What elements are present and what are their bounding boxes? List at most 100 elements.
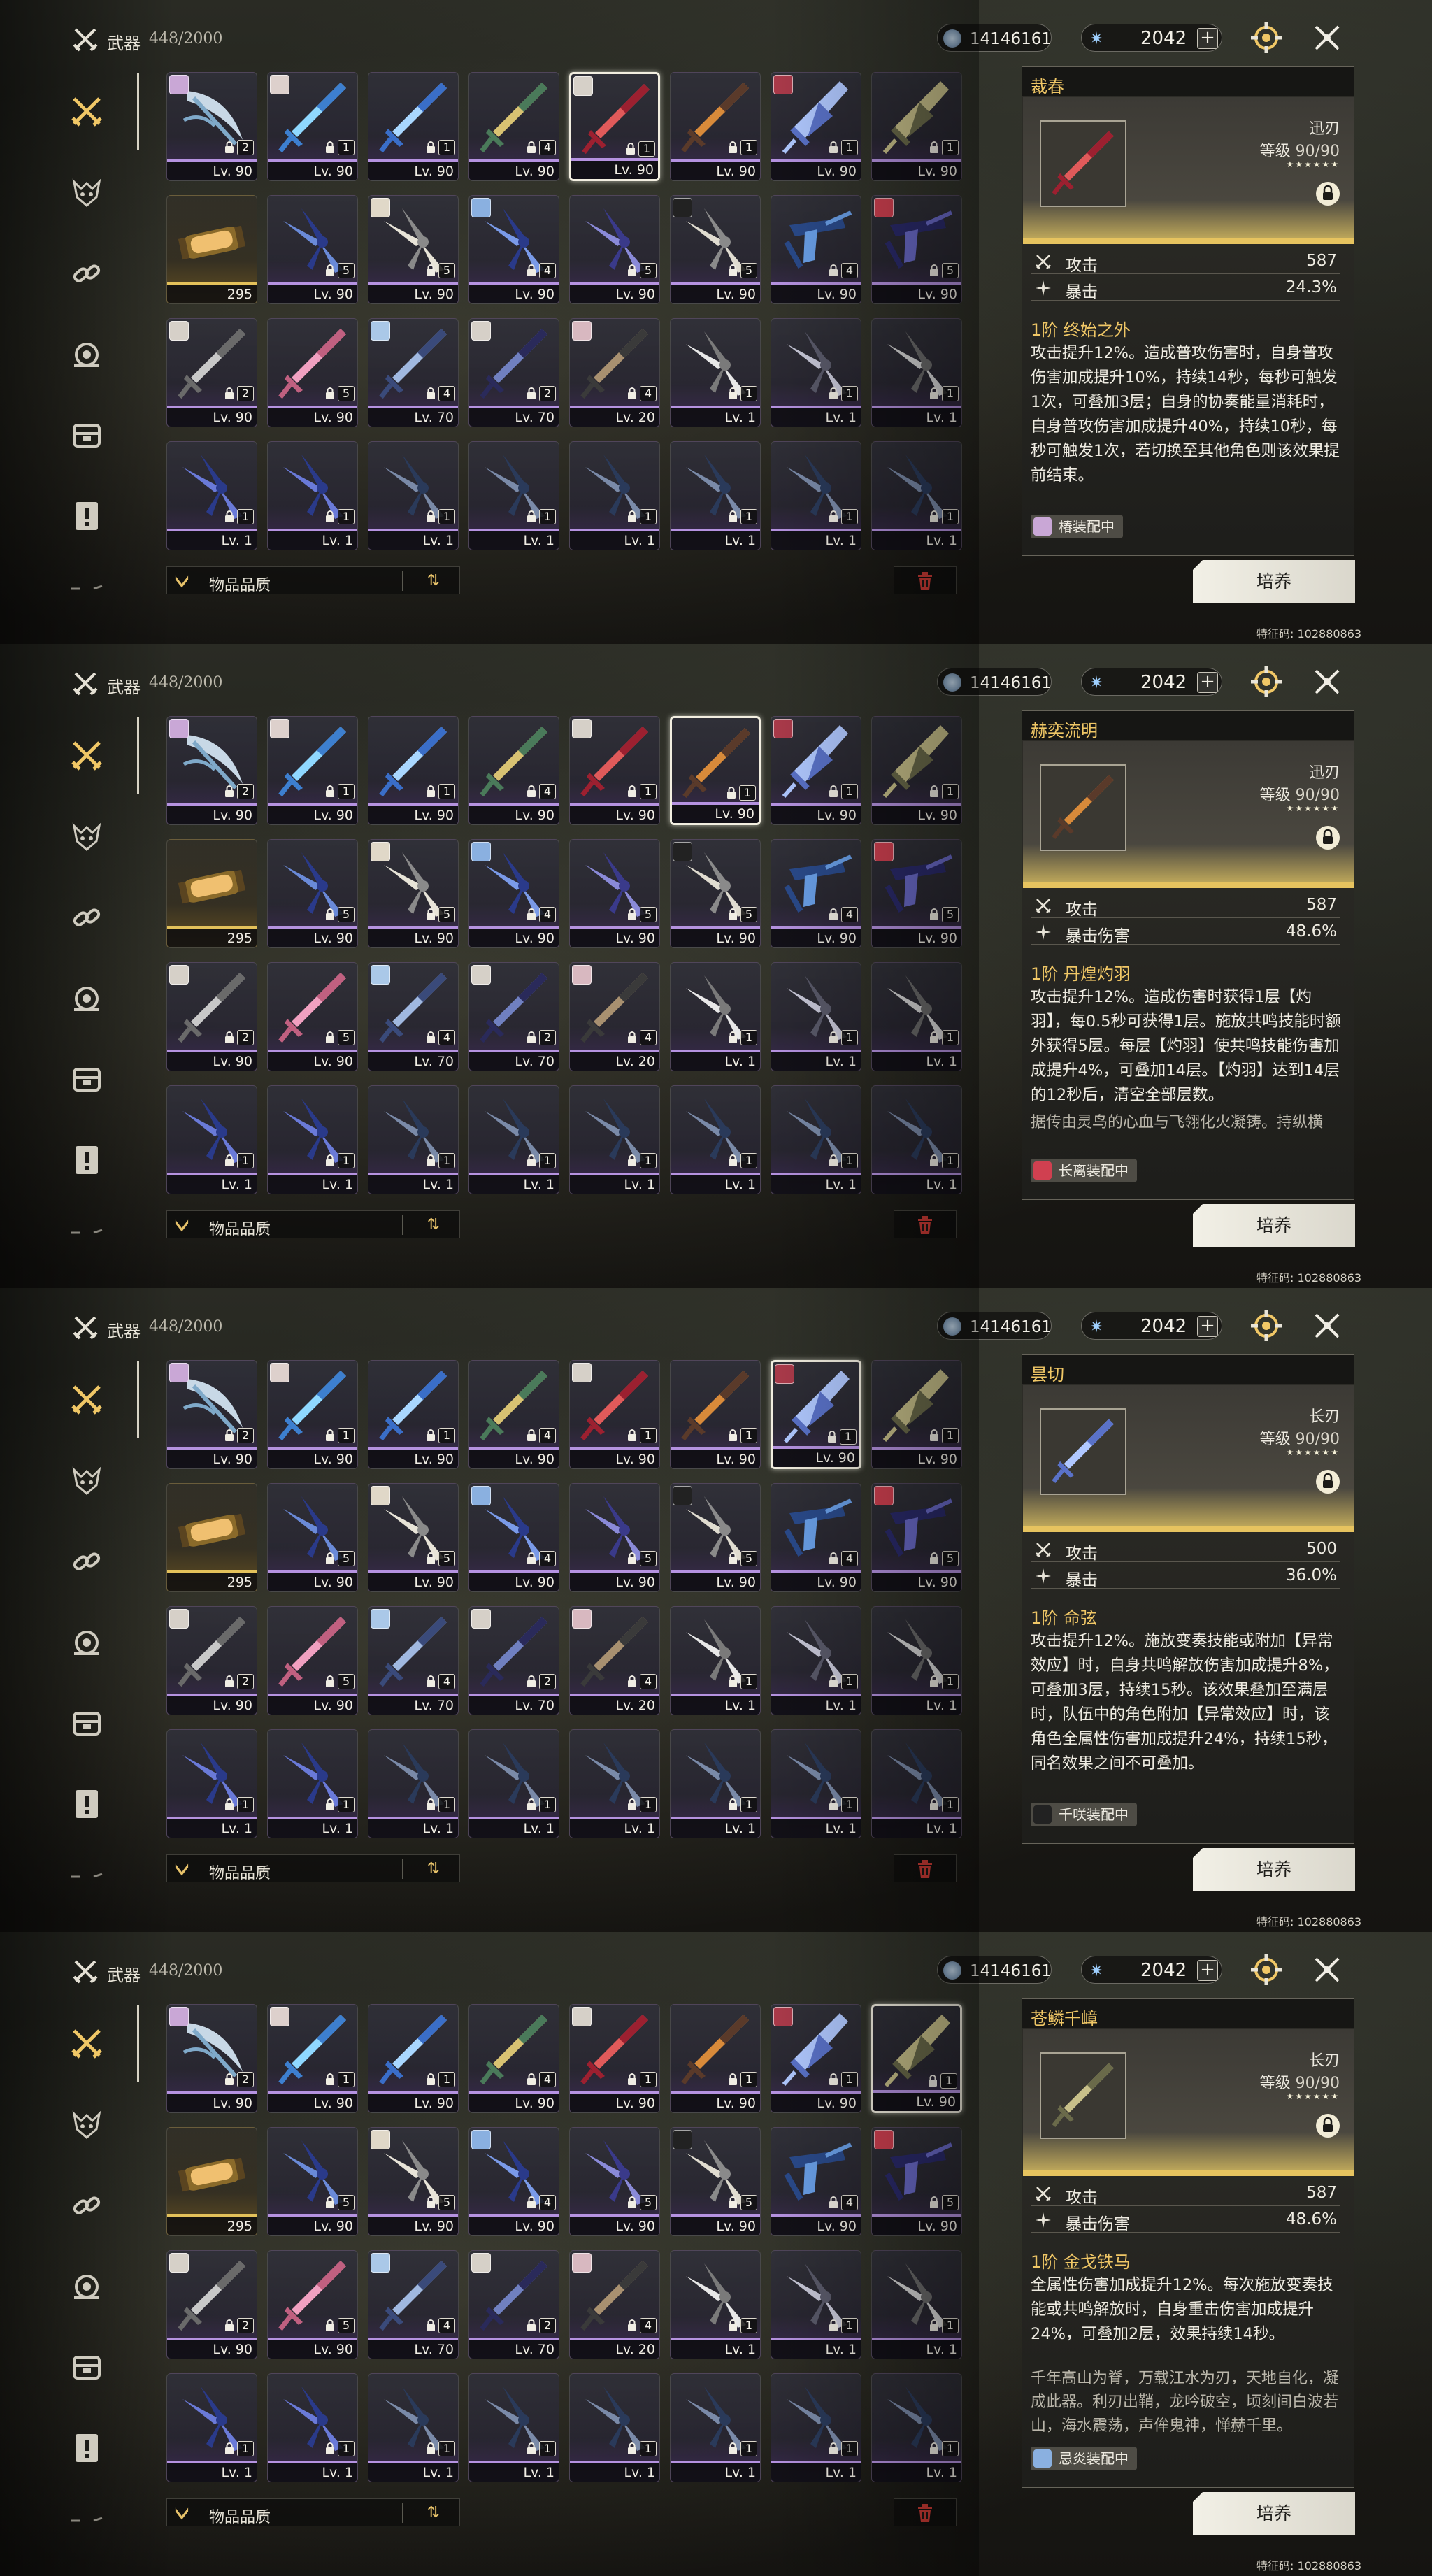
weapon-slot[interactable]: 4 Lv. 70: [368, 1606, 459, 1715]
weapon-slot[interactable]: 4 Lv. 70: [368, 2250, 459, 2359]
currency-shell-credit[interactable]: 14146161: [937, 24, 1052, 52]
weapon-slot[interactable]: 5 Lv. 90: [871, 2127, 962, 2236]
equipped-by-badge[interactable]: 千咲装配中: [1031, 1803, 1137, 1826]
weapon-slot[interactable]: 1 Lv. 1: [166, 1729, 257, 1838]
weapon-slot[interactable]: 1 Lv. 90: [569, 2004, 660, 2113]
weapon-slot[interactable]: 1 Lv. 1: [871, 318, 962, 427]
weapon-slot[interactable]: 2 Lv. 90: [166, 72, 257, 181]
sort-toggle-button[interactable]: ⇅: [423, 1215, 444, 1235]
currency-astrite[interactable]: ✷ 2042 +: [1081, 1956, 1222, 1984]
weapon-slot[interactable]: 5 Lv. 90: [267, 318, 358, 427]
weapon-slot[interactable]: 1 Lv. 1: [871, 441, 962, 550]
more-icon[interactable]: [70, 572, 103, 606]
cultivate-button[interactable]: 培养: [1193, 1204, 1355, 1247]
weapon-slot[interactable]: 1 Lv. 1: [771, 1729, 861, 1838]
gear-icon[interactable]: [1250, 1309, 1283, 1343]
weapon-slot[interactable]: 5 Lv. 90: [569, 839, 660, 948]
sidebar-item-link[interactable]: [70, 2189, 103, 2222]
weapon-slot[interactable]: 1 Lv. 90: [368, 72, 459, 181]
weapon-slot[interactable]: 2 Lv. 70: [468, 962, 559, 1071]
quality-filter-dropdown[interactable]: 物品品质 ⇅: [166, 566, 460, 594]
sidebar-item-supplies[interactable]: [70, 418, 103, 452]
sidebar-item-link[interactable]: [70, 257, 103, 290]
lock-toggle-button[interactable]: [1316, 182, 1340, 206]
close-icon[interactable]: [1310, 1953, 1344, 1987]
weapon-slot[interactable]: 2 Lv. 90: [166, 318, 257, 427]
sidebar-item-devices[interactable]: [70, 982, 103, 1015]
weapon-slot[interactable]: 295: [166, 195, 257, 304]
weapon-slot[interactable]: 5 Lv. 90: [670, 839, 761, 948]
sidebar-item-echoes[interactable]: [70, 176, 103, 210]
more-icon[interactable]: [70, 2504, 103, 2538]
quality-filter-dropdown[interactable]: 物品品质 ⇅: [166, 1854, 460, 1882]
weapon-slot[interactable]: 1 Lv. 90: [569, 72, 660, 181]
add-currency-button[interactable]: +: [1197, 1960, 1218, 1981]
weapon-slot[interactable]: 1 Lv. 1: [670, 2250, 761, 2359]
lock-toggle-button[interactable]: [1316, 2114, 1340, 2138]
weapon-slot[interactable]: 1 Lv. 90: [267, 1360, 358, 1469]
weapon-slot[interactable]: 4 Lv. 20: [569, 2250, 660, 2359]
weapon-slot[interactable]: 5 Lv. 90: [871, 839, 962, 948]
weapon-slot[interactable]: 2 Lv. 90: [166, 962, 257, 1071]
currency-astrite[interactable]: ✷ 2042 +: [1081, 668, 1222, 696]
weapon-slot[interactable]: 1 Lv. 90: [670, 1360, 761, 1469]
weapon-slot[interactable]: 5 Lv. 90: [267, 962, 358, 1071]
weapon-slot[interactable]: 1 Lv. 1: [166, 1085, 257, 1194]
weapon-slot[interactable]: 1 Lv. 1: [871, 1729, 962, 1838]
weapon-slot[interactable]: 1 Lv. 90: [871, 716, 962, 825]
weapon-slot[interactable]: 1 Lv. 90: [670, 716, 761, 825]
weapon-slot[interactable]: 5 Lv. 90: [368, 1483, 459, 1592]
weapon-slot[interactable]: 1 Lv. 90: [871, 1360, 962, 1469]
weapon-slot[interactable]: 1 Lv. 1: [368, 2373, 459, 2482]
weapon-slot[interactable]: 5 Lv. 90: [569, 195, 660, 304]
equipped-by-badge[interactable]: 忌炎装配中: [1031, 2447, 1137, 2470]
weapon-slot[interactable]: 5 Lv. 90: [871, 1483, 962, 1592]
close-icon[interactable]: [1310, 21, 1344, 55]
weapon-slot[interactable]: 1 Lv. 1: [871, 962, 962, 1071]
add-currency-button[interactable]: +: [1197, 28, 1218, 49]
weapon-slot[interactable]: 4 Lv. 90: [468, 839, 559, 948]
weapon-slot[interactable]: 1 Lv. 90: [368, 2004, 459, 2113]
sidebar-item-devices[interactable]: [70, 338, 103, 371]
sidebar-item-supplies[interactable]: [70, 1062, 103, 1096]
weapon-slot[interactable]: 1 Lv. 1: [771, 1606, 861, 1715]
gear-icon[interactable]: [1250, 21, 1283, 55]
weapon-slot[interactable]: 4 Lv. 90: [468, 195, 559, 304]
sidebar-item-link[interactable]: [70, 1545, 103, 1578]
weapon-slot[interactable]: 4 Lv. 90: [771, 1483, 861, 1592]
sort-toggle-button[interactable]: ⇅: [423, 571, 444, 591]
weapon-slot[interactable]: 5 Lv. 90: [569, 1483, 660, 1592]
weapon-slot[interactable]: 1 Lv. 90: [569, 716, 660, 825]
weapon-slot[interactable]: 1 Lv. 1: [267, 1085, 358, 1194]
cultivate-button[interactable]: 培养: [1193, 560, 1355, 603]
close-icon[interactable]: [1310, 1309, 1344, 1343]
weapon-slot[interactable]: 5 Lv. 90: [267, 2127, 358, 2236]
weapon-slot[interactable]: 1 Lv. 90: [771, 72, 861, 181]
weapon-slot[interactable]: 4 Lv. 70: [368, 962, 459, 1071]
weapon-slot[interactable]: 1 Lv. 1: [569, 1729, 660, 1838]
weapon-slot[interactable]: 1 Lv. 1: [368, 1085, 459, 1194]
sort-toggle-button[interactable]: ⇅: [423, 2503, 444, 2523]
weapon-slot[interactable]: 1 Lv. 90: [771, 1360, 861, 1469]
weapon-slot[interactable]: 1 Lv. 1: [670, 2373, 761, 2482]
sidebar-item-quest-items[interactable]: [70, 499, 103, 533]
weapon-slot[interactable]: 4 Lv. 90: [468, 2127, 559, 2236]
weapon-slot[interactable]: 1 Lv. 1: [871, 2373, 962, 2482]
dismantle-button[interactable]: [894, 1854, 957, 1882]
sidebar-item-devices[interactable]: [70, 2270, 103, 2303]
weapon-slot[interactable]: 4 Lv. 90: [771, 839, 861, 948]
weapon-slot[interactable]: 1 Lv. 1: [468, 1085, 559, 1194]
weapon-slot[interactable]: 1 Lv. 1: [771, 962, 861, 1071]
weapon-slot[interactable]: 5 Lv. 90: [267, 1483, 358, 1592]
weapon-slot[interactable]: 5 Lv. 90: [670, 2127, 761, 2236]
weapon-slot[interactable]: 4 Lv. 20: [569, 318, 660, 427]
weapon-slot[interactable]: 1 Lv. 1: [670, 962, 761, 1071]
weapon-slot[interactable]: 2 Lv. 70: [468, 2250, 559, 2359]
sidebar-item-quest-items[interactable]: [70, 2431, 103, 2465]
weapon-slot[interactable]: 2 Lv. 90: [166, 2004, 257, 2113]
lock-toggle-button[interactable]: [1316, 826, 1340, 850]
sidebar-item-weapons[interactable]: [70, 1382, 103, 1416]
weapon-slot[interactable]: 5 Lv. 90: [368, 195, 459, 304]
equipped-by-badge[interactable]: 椿装配中: [1031, 515, 1123, 538]
weapon-slot[interactable]: 1 Lv. 1: [468, 2373, 559, 2482]
